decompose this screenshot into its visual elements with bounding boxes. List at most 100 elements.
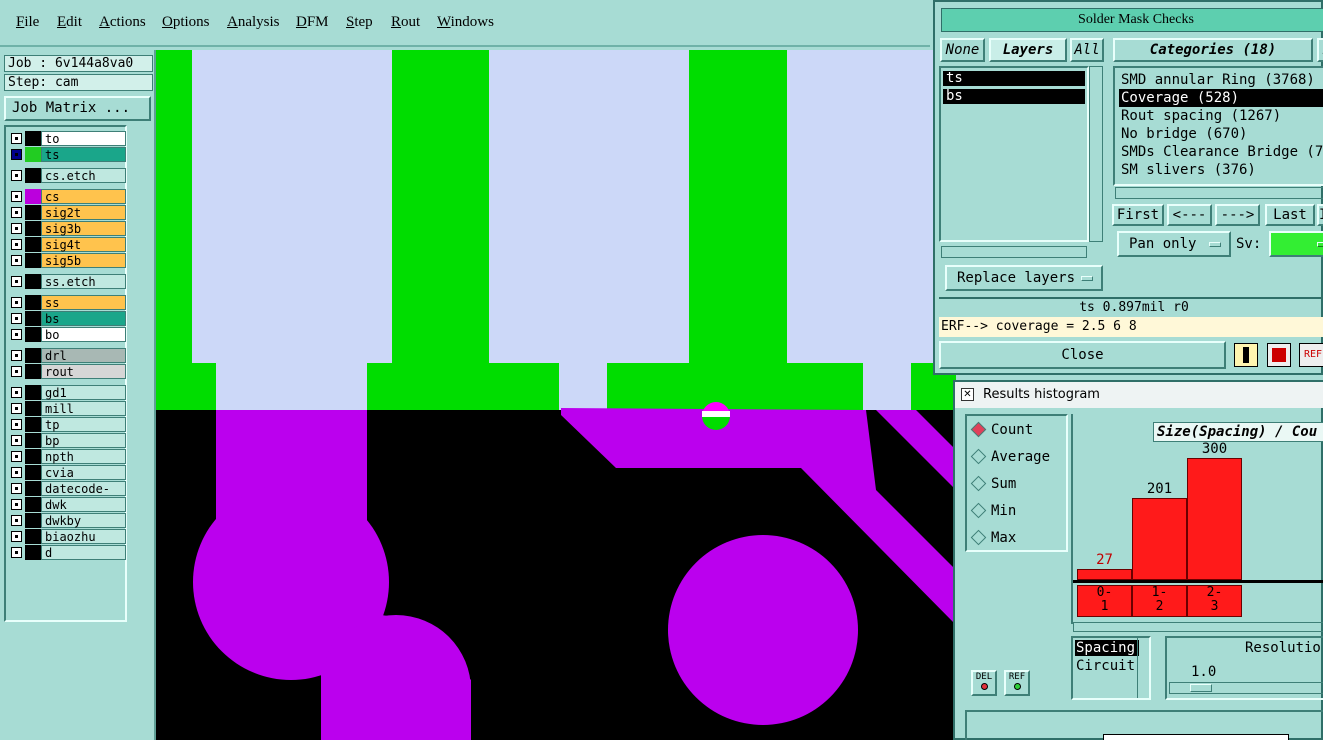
- layer-row-bp[interactable]: bp: [8, 433, 126, 448]
- layer-color-swatch[interactable]: [25, 221, 41, 236]
- layer-row-d[interactable]: d: [8, 545, 126, 560]
- layer-row-rout[interactable]: rout: [8, 364, 126, 379]
- layer-row-cvia[interactable]: cvia: [8, 465, 126, 480]
- layer-name[interactable]: gd1: [41, 385, 126, 400]
- next-button[interactable]: --->: [1215, 204, 1260, 226]
- last-button[interactable]: Last: [1265, 204, 1315, 226]
- resolution-slider[interactable]: [1169, 682, 1323, 694]
- category-item-selected[interactable]: Coverage (528): [1119, 89, 1323, 107]
- tab-none[interactable]: None: [940, 38, 985, 62]
- layer-checkbox[interactable]: [11, 276, 22, 287]
- menu-actions[interactable]: Actions: [99, 14, 146, 31]
- layer-color-swatch[interactable]: [25, 529, 41, 544]
- layer-name[interactable]: bo: [41, 327, 126, 342]
- layer-name[interactable]: sig2t: [41, 205, 126, 220]
- layer-color-swatch[interactable]: [25, 481, 41, 496]
- layer-color-swatch[interactable]: [25, 205, 41, 220]
- category-item[interactable]: Rout spacing (1267): [1119, 107, 1281, 125]
- layer-row-ss.etch[interactable]: ss.etch: [8, 274, 126, 289]
- menu-dfm[interactable]: DFM: [296, 14, 329, 31]
- layer-color-swatch[interactable]: [25, 189, 41, 204]
- layer-checkbox[interactable]: [11, 350, 22, 361]
- layer-name[interactable]: dwk: [41, 497, 126, 512]
- layer-name[interactable]: ss.etch: [41, 274, 126, 289]
- layer-checkbox[interactable]: [11, 133, 22, 144]
- layer-row-to[interactable]: to: [8, 131, 126, 146]
- layer-checkbox[interactable]: [11, 366, 22, 377]
- layer-list-vscroll[interactable]: [1089, 66, 1103, 242]
- layer-row-bs[interactable]: bs: [8, 311, 126, 326]
- chart-hscroll[interactable]: [1073, 622, 1323, 632]
- close-icon[interactable]: ✕: [961, 388, 974, 401]
- layer-color-swatch[interactable]: [25, 497, 41, 512]
- layer-color-swatch[interactable]: [25, 168, 41, 183]
- layer-name[interactable]: bp: [41, 433, 126, 448]
- layer-checkbox[interactable]: [11, 547, 22, 558]
- layer-row-sig2t[interactable]: sig2t: [8, 205, 126, 220]
- layer-name[interactable]: mill: [41, 401, 126, 416]
- type-item-spacing[interactable]: Spacing: [1075, 640, 1139, 656]
- layer-color-swatch[interactable]: [25, 465, 41, 480]
- layer-list-hscroll[interactable]: [941, 246, 1087, 258]
- layer-item-ts[interactable]: ts: [943, 71, 1085, 86]
- layer-color-swatch[interactable]: [25, 433, 41, 448]
- layer-color-swatch[interactable]: [25, 327, 41, 342]
- first-button[interactable]: First: [1112, 204, 1164, 226]
- prev-button[interactable]: <---: [1167, 204, 1212, 226]
- histogram-bar[interactable]: [1132, 498, 1187, 580]
- slider-handle[interactable]: [1190, 684, 1212, 692]
- layer-color-swatch[interactable]: [25, 449, 41, 464]
- layer-row-drl[interactable]: drl: [8, 348, 126, 363]
- layer-checkbox[interactable]: [11, 223, 22, 234]
- layer-name[interactable]: datecode-pbc: [41, 481, 126, 510]
- layer-color-swatch[interactable]: [25, 131, 41, 146]
- layer-name[interactable]: bs: [41, 311, 126, 326]
- layer-checkbox[interactable]: [11, 329, 22, 340]
- menu-rout[interactable]: Rout: [391, 14, 420, 31]
- radio-max[interactable]: Max: [970, 528, 1016, 548]
- info-icon[interactable]: [1234, 343, 1258, 367]
- layer-checkbox[interactable]: [11, 499, 22, 510]
- layer-color-swatch[interactable]: [25, 364, 41, 379]
- category-list[interactable]: SMD annular Ring (3768) Coverage (528) R…: [1113, 66, 1323, 186]
- layer-checkbox[interactable]: [11, 149, 22, 160]
- layer-color-swatch[interactable]: [25, 274, 41, 289]
- layer-color-swatch[interactable]: [25, 295, 41, 310]
- menu-file[interactable]: File: [16, 14, 39, 31]
- layer-row-tp[interactable]: tp: [8, 417, 126, 432]
- layer-color-swatch[interactable]: [25, 417, 41, 432]
- layer-name[interactable]: npth: [41, 449, 126, 464]
- graphic-canvas[interactable]: [156, 50, 956, 740]
- close-button[interactable]: Close: [939, 341, 1226, 369]
- category-item[interactable]: SMD annular Ring (3768): [1119, 71, 1315, 89]
- layer-row-bo[interactable]: bo: [8, 327, 126, 342]
- layer-color-swatch[interactable]: [25, 401, 41, 416]
- layer-item-bs[interactable]: bs: [943, 89, 1085, 104]
- type-list-vscroll[interactable]: [1137, 638, 1149, 698]
- layer-checkbox[interactable]: [11, 435, 22, 446]
- layer-color-swatch[interactable]: [25, 237, 41, 252]
- layer-row-sig3b[interactable]: sig3b: [8, 221, 126, 236]
- tab-layers[interactable]: Layers: [989, 38, 1067, 62]
- radio-count[interactable]: Count: [970, 420, 1033, 440]
- layer-row-npth[interactable]: npth: [8, 449, 126, 464]
- layer-color-swatch[interactable]: [25, 311, 41, 326]
- job-matrix-button[interactable]: Job Matrix ...: [4, 96, 151, 121]
- layer-checkbox[interactable]: [11, 255, 22, 266]
- layer-name[interactable]: sig3b: [41, 221, 126, 236]
- tab-all[interactable]: All: [1070, 38, 1104, 62]
- menu-windows[interactable]: Windows: [437, 14, 494, 31]
- layer-color-swatch[interactable]: [25, 385, 41, 400]
- layer-color-swatch[interactable]: [25, 253, 41, 268]
- layer-name[interactable]: d: [41, 545, 126, 560]
- layer-name[interactable]: rout: [41, 364, 126, 379]
- layer-color-swatch[interactable]: [25, 147, 41, 162]
- layer-row-sig5b[interactable]: sig5b: [8, 253, 126, 268]
- replace-layers-select[interactable]: Replace layers: [945, 265, 1103, 291]
- menu-analysis[interactable]: Analysis: [227, 14, 280, 31]
- layer-checkbox[interactable]: [11, 531, 22, 542]
- layer-checkbox[interactable]: [11, 387, 22, 398]
- menu-edit[interactable]: Edit: [57, 14, 82, 31]
- layer-checkbox[interactable]: [11, 483, 22, 494]
- radio-sum[interactable]: Sum: [970, 474, 1016, 494]
